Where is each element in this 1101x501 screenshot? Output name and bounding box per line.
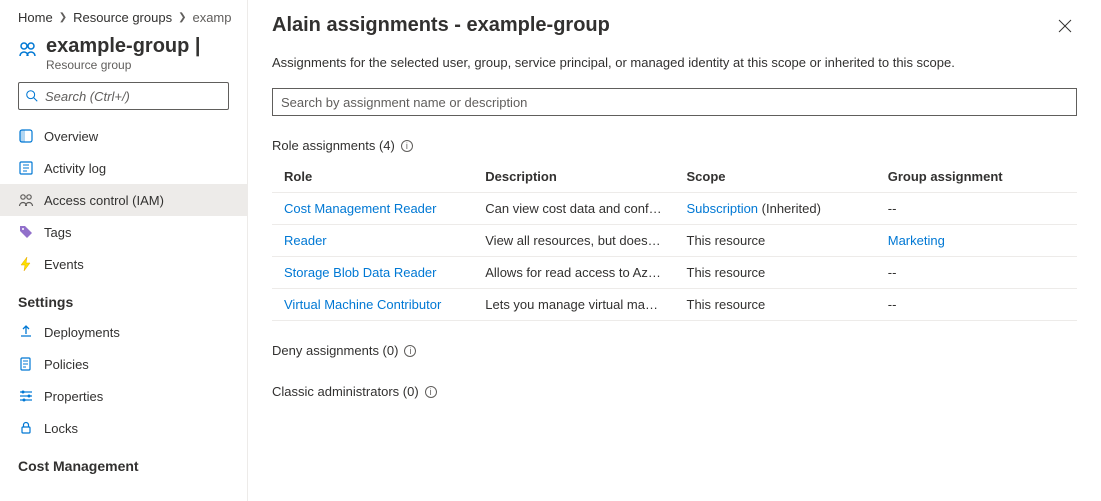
close-icon	[1058, 19, 1072, 33]
classic-admins-label: Classic administrators (0) i	[272, 384, 1077, 399]
page-subtitle: Resource group	[46, 58, 201, 72]
role-assignments-text: Role assignments (4)	[272, 138, 395, 153]
sidebar-item-properties[interactable]: Properties	[0, 380, 247, 412]
close-button[interactable]	[1053, 14, 1077, 38]
sidebar-item-access-control[interactable]: Access control (IAM)	[0, 184, 247, 216]
cell-description: Allows for read access to Azure …	[473, 257, 674, 289]
chevron-right-icon: ❯	[59, 12, 67, 23]
breadcrumb-current: examp	[192, 10, 231, 25]
cell-group: Marketing	[876, 225, 1077, 257]
cell-scope: This resource	[675, 289, 876, 321]
sidebar-section-settings: Settings	[0, 280, 247, 316]
resource-group-icon	[18, 39, 38, 59]
breadcrumb-home[interactable]: Home	[18, 10, 53, 25]
role-assignments-label: Role assignments (4) i	[272, 138, 1077, 153]
cell-description: Can view cost data and configur…	[473, 193, 674, 225]
sidebar-item-overview[interactable]: Overview	[0, 120, 247, 152]
sidebar-item-label: Activity log	[44, 161, 106, 176]
assignment-search-input[interactable]	[272, 88, 1077, 116]
cell-group: --	[876, 257, 1077, 289]
cell-group: --	[876, 193, 1077, 225]
scope-suffix: (Inherited)	[758, 201, 821, 216]
sidebar-item-label: Locks	[44, 421, 78, 436]
column-header-role[interactable]: Role	[272, 161, 473, 193]
sidebar-item-activity[interactable]: Activity log	[0, 152, 247, 184]
column-header-description[interactable]: Description	[473, 161, 674, 193]
sidebar-item-label: Events	[44, 257, 84, 272]
cell-scope: This resource	[675, 225, 876, 257]
sidebar-item-events[interactable]: Events	[0, 248, 247, 280]
sidebar-item-deployments[interactable]: Deployments	[0, 316, 247, 348]
column-header-group[interactable]: Group assignment	[876, 161, 1077, 193]
page-title: example-group |	[46, 35, 201, 58]
overview-icon	[18, 128, 34, 144]
role-assignments-table: Role Description Scope Group assignment …	[272, 161, 1077, 321]
role-link[interactable]: Storage Blob Data Reader	[284, 265, 436, 280]
deny-assignments-label: Deny assignments (0) i	[272, 343, 1077, 358]
table-row[interactable]: Storage Blob Data Reader Allows for read…	[272, 257, 1077, 289]
group-link[interactable]: Marketing	[888, 233, 945, 248]
sidebar-section-cost: Cost Management	[0, 444, 247, 480]
search-input[interactable]	[45, 89, 223, 104]
table-row[interactable]: Cost Management Reader Can view cost dat…	[272, 193, 1077, 225]
info-icon[interactable]: i	[425, 386, 437, 398]
breadcrumb-resource-groups[interactable]: Resource groups	[73, 10, 172, 25]
sidebar-item-label: Overview	[44, 129, 98, 144]
policy-icon	[18, 356, 34, 372]
lock-icon	[18, 420, 34, 436]
cell-description: Lets you manage virtual machin…	[473, 289, 674, 321]
cell-scope: Subscription (Inherited)	[675, 193, 876, 225]
role-link[interactable]: Reader	[284, 233, 327, 248]
table-row[interactable]: Reader View all resources, but does not……	[272, 225, 1077, 257]
sidebar-item-label: Access control (IAM)	[44, 193, 164, 208]
cell-group: --	[876, 289, 1077, 321]
upload-icon	[18, 324, 34, 340]
sidebar-search[interactable]	[18, 82, 229, 110]
deny-assignments-text: Deny assignments (0)	[272, 343, 398, 358]
people-icon	[18, 192, 34, 208]
assignments-panel: Alain assignments - example-group Assign…	[248, 0, 1101, 501]
cell-description: View all resources, but does not…	[473, 225, 674, 257]
sidebar-item-tags[interactable]: Tags	[0, 216, 247, 248]
table-row[interactable]: Virtual Machine Contributor Lets you man…	[272, 289, 1077, 321]
scope-link[interactable]: Subscription	[687, 201, 759, 216]
sidebar-item-label: Properties	[44, 389, 103, 404]
panel-description: Assignments for the selected user, group…	[272, 55, 1077, 70]
cell-scope: This resource	[675, 257, 876, 289]
resource-header: example-group | Resource group	[0, 29, 247, 82]
search-icon	[25, 89, 39, 103]
column-header-scope[interactable]: Scope	[675, 161, 876, 193]
activity-log-icon	[18, 160, 34, 176]
role-link[interactable]: Virtual Machine Contributor	[284, 297, 441, 312]
panel-title: Alain assignments - example-group	[272, 14, 1077, 37]
sidebar-item-locks[interactable]: Locks	[0, 412, 247, 444]
sidebar-item-policies[interactable]: Policies	[0, 348, 247, 380]
sidebar: Home ❯ Resource groups ❯ examp example-g…	[0, 0, 248, 501]
settings-icon	[18, 388, 34, 404]
sidebar-item-label: Deployments	[44, 325, 120, 340]
sidebar-item-label: Policies	[44, 357, 89, 372]
breadcrumb: Home ❯ Resource groups ❯ examp	[0, 0, 247, 29]
role-link[interactable]: Cost Management Reader	[284, 201, 436, 216]
lightning-icon	[18, 256, 34, 272]
info-icon[interactable]: i	[404, 345, 416, 357]
classic-admins-text: Classic administrators (0)	[272, 384, 419, 399]
chevron-right-icon: ❯	[178, 12, 186, 23]
info-icon[interactable]: i	[401, 140, 413, 152]
sidebar-item-label: Tags	[44, 225, 71, 240]
sidebar-nav: Overview Activity log Access control (IA…	[0, 118, 247, 480]
tag-icon	[18, 224, 34, 240]
